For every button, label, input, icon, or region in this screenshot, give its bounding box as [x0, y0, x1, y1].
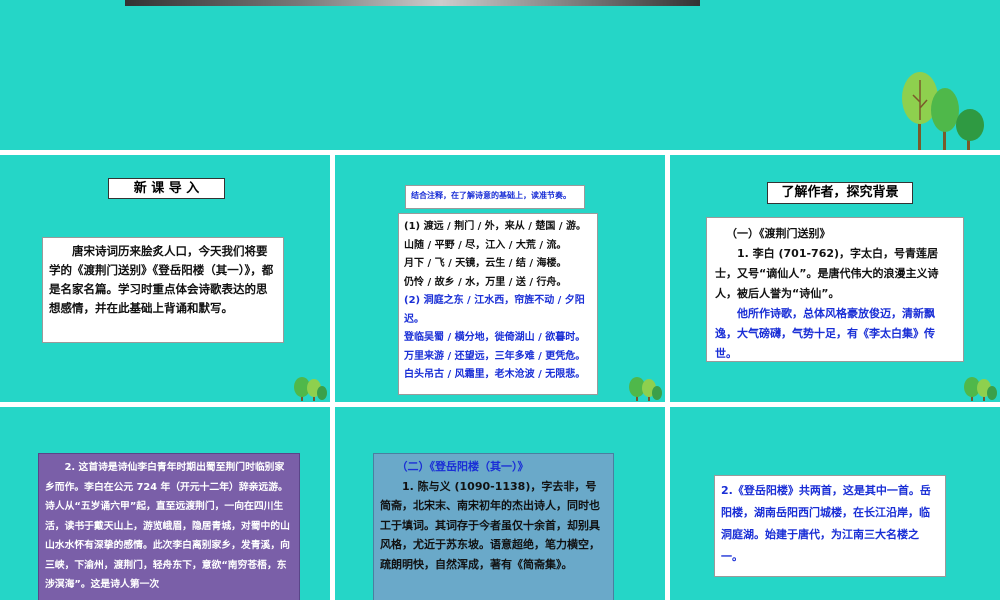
- slide-7-yueyang[interactable]: 2.《登岳阳楼》共两首，这是其中一首。岳阳楼，湖南岳阳西门城楼，在长江沿岸，临洞…: [670, 407, 1000, 600]
- slide-5-background[interactable]: 2. 这首诗是诗仙李白青年时期出蜀至荆门时临别家乡而作。李白在公元 724 年（…: [0, 407, 330, 600]
- background-body: 2. 这首诗是诗仙李白青年时期出蜀至荆门时临别家乡而作。李白在公元 724 年（…: [45, 462, 290, 590]
- intro-body: 唐宋诗词历来脍炙人口，今天我们将要学的《渡荆门送别》《登岳阳楼（其一）》，都是名…: [49, 244, 274, 315]
- slide-2-intro[interactable]: 新 课 导 入 唐宋诗词历来脍炙人口，今天我们将要学的《渡荆门送别》《登岳阳楼（…: [0, 155, 330, 402]
- instruction-note: 结合注释，在了解诗意的基础上，读准节奏。: [405, 185, 585, 209]
- poem1-line: (1) 渡远 / 荆门 / 外，来从 / 楚国 / 游。: [404, 221, 587, 232]
- photo-strip: [125, 0, 700, 6]
- yueyang-body: 2.《登岳阳楼》共两首，这是其中一首。岳阳楼，湖南岳阳西门城楼，在长江沿岸，临洞…: [721, 484, 931, 563]
- slide-title: 了解作者，探究背景: [767, 182, 913, 204]
- trees-illustration: [902, 72, 984, 150]
- background-text-box: 2. 这首诗是诗仙李白青年时期出蜀至荆门时临别家乡而作。李白在公元 724 年（…: [38, 453, 300, 600]
- author-para-2: 他所作诗歌，总体风格豪放俊迈，清新飘逸，大气磅礴，气势十足，有《李太白集》传世。: [715, 307, 935, 360]
- poem1-line: 山随 / 平野 / 尽，江入 / 大荒 / 流。: [404, 239, 567, 251]
- poem2-line: 登临吴蜀 / 横分地，徙倚湖山 / 欲暮时。: [404, 332, 586, 343]
- slide-3-rhythm[interactable]: 结合注释，在了解诗意的基础上，读准节奏。 (1) 渡远 / 荆门 / 外，来从 …: [335, 155, 665, 402]
- slide-title: 新 课 导 入: [108, 178, 225, 199]
- trees-icon: [964, 377, 997, 401]
- poem2-line: (2) 洞庭之东 / 江水西，帘旌不动 / 夕阳迟。: [404, 295, 585, 325]
- poem2-line: 万里来游 / 还望远，三年多难 / 更凭危。: [404, 350, 586, 362]
- slide-4-author[interactable]: 了解作者，探究背景 （一）《渡荆门送别》 1. 李白 (701-762)，字太白…: [670, 155, 1000, 402]
- poem1-line: 仍怜 / 故乡 / 水，万里 / 送 / 行舟。: [404, 276, 567, 288]
- trees-icon: [629, 377, 662, 401]
- author2-body: 1. 陈与义 (1090-1138)，字去非，号简斋，北宋末、南宋初年的杰出诗人…: [380, 479, 600, 571]
- poem1-line: 月下 / 飞 / 天镜，云生 / 结 / 海楼。: [404, 258, 567, 269]
- slide-1[interactable]: [0, 0, 1000, 150]
- poem2-heading: （二）《登岳阳楼（其一）》: [396, 460, 529, 473]
- author2-box: （二）《登岳阳楼（其一）》 1. 陈与义 (1090-1138)，字去非，号简斋…: [373, 453, 614, 600]
- yueyang-info-box: 2.《登岳阳楼》共两首，这是其中一首。岳阳楼，湖南岳阳西门城楼，在长江沿岸，临洞…: [714, 475, 946, 577]
- author-info-box: （一）《渡荆门送别》 1. 李白 (701-762)，字太白，号青莲居士，又号“…: [706, 217, 964, 362]
- poem2-line: 白头吊古 / 风霜里，老木沧波 / 无限悲。: [404, 369, 586, 380]
- trees-icon: [294, 377, 327, 401]
- slide-6-author2[interactable]: （二）《登岳阳楼（其一）》 1. 陈与义 (1090-1138)，字去非，号简斋…: [335, 407, 665, 600]
- author-para-1: 1. 李白 (701-762)，字太白，号青莲居士，又号“谪仙人”。是唐代伟大的…: [715, 247, 939, 300]
- intro-text: 唐宋诗词历来脍炙人口，今天我们将要学的《渡荆门送别》《登岳阳楼（其一）》，都是名…: [42, 237, 284, 343]
- poem-heading: （一）《渡荆门送别》: [726, 227, 831, 240]
- instruction-text: 结合注释，在了解诗意的基础上，读准节奏。: [411, 191, 571, 200]
- poem-rhythm-box: (1) 渡远 / 荆门 / 外，来从 / 楚国 / 游。 山随 / 平野 / 尽…: [398, 213, 598, 395]
